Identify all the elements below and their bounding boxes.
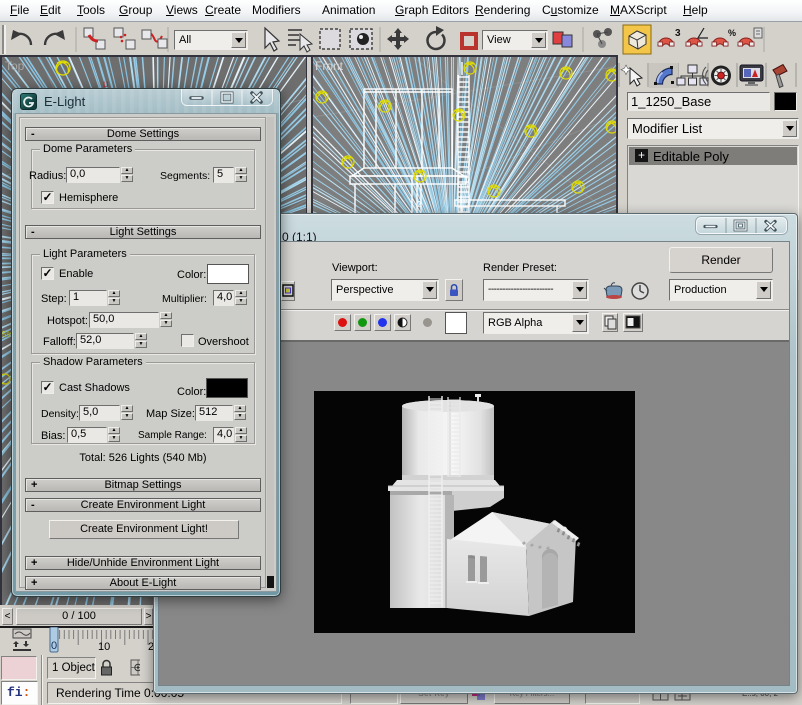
svg-text:0: 0 [51,640,57,652]
svg-text:10: 10 [98,641,110,653]
svg-text:2: 2 [417,200,422,209]
svg-text:%: % [728,28,736,38]
svg-text:3: 3 [675,28,681,39]
